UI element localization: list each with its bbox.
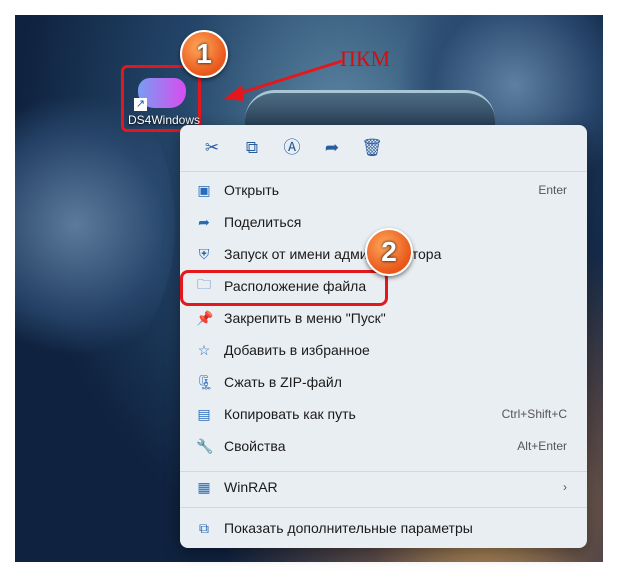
- admin-shield-icon: ⛨: [198, 245, 210, 262]
- zip-icon: 🗜: [196, 373, 214, 390]
- menu-item-label: Открыть: [224, 182, 279, 198]
- menu-item-label: Свойства: [224, 438, 286, 454]
- rename-button[interactable]: Ⓐ: [272, 135, 312, 171]
- menu-item-more-options[interactable]: ⧉ Показать дополнительные параметры: [184, 513, 583, 543]
- divider: [180, 471, 587, 472]
- delete-button[interactable]: 🗑: [352, 135, 392, 171]
- menu-item-pin[interactable]: 📌 Закрепить в меню "Пуск": [184, 303, 583, 333]
- context-menu: ✂ ⧉ Ⓐ ➦ 🗑 ▣ Открыть Enter ➦ Поделиться ⛨ Запуск от…: [180, 125, 587, 548]
- menu-item-winrar[interactable]: ▦ WinRAR ›: [184, 472, 583, 502]
- pin-icon: 📌: [196, 309, 214, 326]
- menu-item-shortcut: Alt+Enter: [517, 439, 567, 453]
- divider: [180, 171, 587, 172]
- copy-button[interactable]: ⧉: [232, 135, 272, 171]
- menu-item-label: Добавить в избранное: [224, 342, 370, 358]
- cut-button[interactable]: ✂: [192, 135, 232, 171]
- context-toolbar: ✂ ⧉ Ⓐ ➦ 🗑: [180, 125, 587, 171]
- menu-item-label: Показать дополнительные параметры: [224, 520, 473, 536]
- share-icon: ➦: [198, 213, 210, 230]
- menu-item-label: Поделиться: [224, 214, 302, 230]
- winrar-icon: ▦: [197, 478, 211, 495]
- step-badge-2: 2: [365, 228, 413, 276]
- highlight-file-location: [180, 270, 388, 306]
- menu-item-wrench[interactable]: 🔧 Свойства Alt+Enter: [184, 431, 583, 461]
- star-icon: ☆: [197, 341, 211, 358]
- menu-item-zip[interactable]: 🗜 Сжать в ZIP-файл: [184, 367, 583, 397]
- annotation-arrow: [224, 59, 343, 101]
- wrench-icon: 🔧: [196, 437, 214, 454]
- menu-item-open[interactable]: ▣ Открыть Enter: [184, 175, 583, 205]
- menu-item-shortcut: Enter: [538, 183, 567, 197]
- menu-item-shortcut: ›: [563, 480, 567, 494]
- menu-item-label: Копировать как путь: [224, 406, 356, 422]
- copy-path-icon: ▤: [197, 405, 211, 422]
- more-options-icon: ⧉: [199, 519, 209, 536]
- share-button[interactable]: ➦: [312, 135, 352, 171]
- menu-item-copy-path[interactable]: ▤ Копировать как путь Ctrl+Shift+C: [184, 399, 583, 429]
- menu-item-label: Сжать в ZIP-файл: [224, 374, 342, 390]
- divider: [180, 507, 587, 508]
- open-icon: ▣: [197, 181, 211, 198]
- menu-item-label: WinRAR: [224, 479, 278, 495]
- menu-item-star[interactable]: ☆ Добавить в избранное: [184, 335, 583, 365]
- menu-item-shortcut: Ctrl+Shift+C: [501, 407, 567, 421]
- menu-item-label: Закрепить в меню "Пуск": [224, 310, 386, 326]
- desktop-icon-ds4windows[interactable]: ↗ DS4Windows: [121, 65, 201, 132]
- shortcut-arrow-icon: ↗: [134, 98, 147, 111]
